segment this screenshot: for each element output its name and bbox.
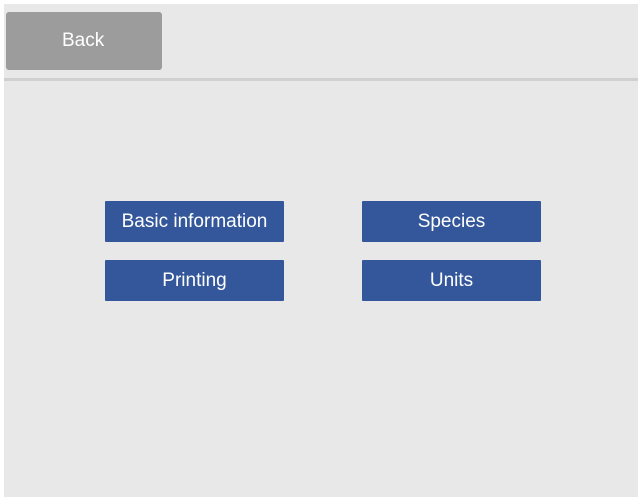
printing-button[interactable]: Printing [105, 260, 284, 301]
basic-information-button[interactable]: Basic information [105, 201, 284, 242]
units-button[interactable]: Units [362, 260, 541, 301]
species-button[interactable]: Species [362, 201, 541, 242]
back-button[interactable]: Back [6, 12, 162, 70]
settings-screen: Back Basic information Species Printing … [4, 4, 638, 497]
header-divider [4, 78, 638, 81]
top-bar: Back [4, 4, 638, 78]
